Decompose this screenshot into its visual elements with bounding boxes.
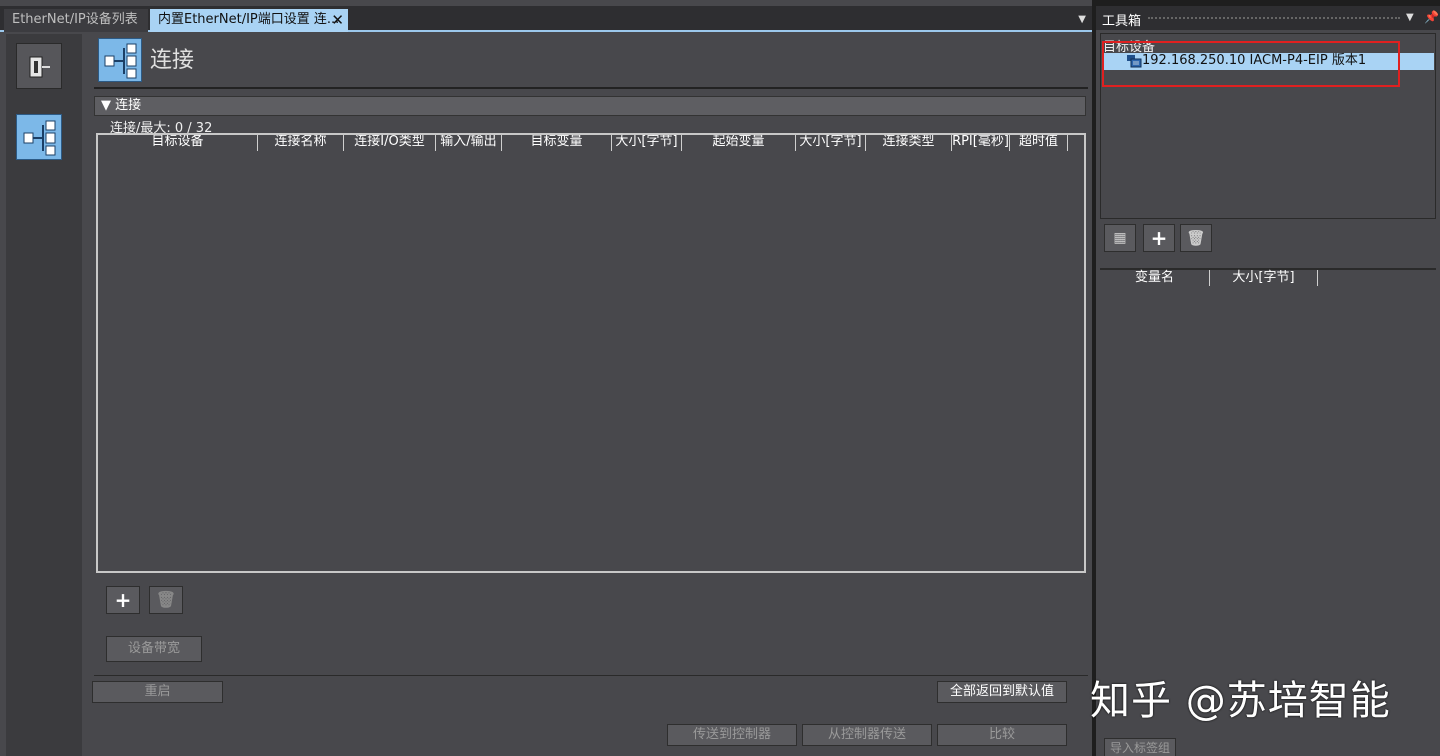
reset-defaults-button[interactable]: 全部返回到默认值 — [937, 681, 1067, 703]
connection-table[interactable]: 目标设备 连接名称 连接I/O类型 输入/输出 目标变量 大小[字节] 起始变量… — [96, 133, 1086, 573]
toolbox-title-bar: 工具箱 ▼ 📌 — [1096, 6, 1440, 30]
column-header[interactable]: 连接I/O类型 — [344, 135, 436, 151]
column-header[interactable]: 大小[字节] — [1210, 270, 1318, 286]
dropdown-icon[interactable]: ▼ — [1406, 12, 1414, 23]
section-header[interactable]: ▼ 连接 — [94, 96, 1086, 116]
restart-button[interactable]: 重启 — [92, 681, 223, 703]
toolbox-title: 工具箱 — [1102, 14, 1142, 29]
connection-section: ▼ 连接 连接/最大: 0 / 32 目标设备 连接名称 连接I/O类型 输入/… — [94, 96, 1088, 676]
column-header[interactable]: 大小[字节] — [612, 135, 682, 151]
toolbox-pane: 工具箱 ▼ 📌 目标设备 192.168.250.10 IACM-P4-EIP … — [1096, 6, 1440, 756]
dropdown-icon[interactable]: ▼ — [1078, 14, 1086, 25]
tab-bar: EtherNet/IP设备列表 内置EtherNet/IP端口设置 连... ✕… — [0, 6, 1092, 32]
transfer-from-controller-button[interactable]: 从控制器传送 — [802, 724, 932, 746]
connection-icon — [23, 120, 56, 156]
folder-button[interactable]: ▦ — [1104, 224, 1136, 252]
tag-view-button[interactable] — [16, 43, 62, 89]
table-header: 目标设备 连接名称 连接I/O类型 输入/输出 目标变量 大小[字节] 起始变量… — [98, 135, 1084, 151]
transfer-to-controller-button[interactable]: 传送到控制器 — [667, 724, 797, 746]
page-title: 连接 — [150, 48, 195, 73]
watermark: 知乎 @苏培智能 — [1090, 678, 1391, 724]
delete-icon: 🗑 — [155, 590, 177, 609]
column-header[interactable]: 大小[字节] — [796, 135, 866, 151]
column-header[interactable]: 输入/输出 — [436, 135, 502, 151]
tab-port-settings-label: 内置EtherNet/IP端口设置 连... — [158, 12, 340, 27]
tab-port-settings[interactable]: 内置EtherNet/IP端口设置 连... ✕ — [150, 9, 348, 32]
column-header[interactable]: 连接名称 — [258, 135, 344, 151]
delete-connection-button[interactable]: 🗑 — [149, 586, 183, 614]
column-header[interactable]: 超时值 — [1010, 135, 1068, 151]
device-bandwidth-button[interactable]: 设备带宽 — [106, 636, 202, 662]
add-icon: + — [1150, 226, 1168, 250]
connection-view-button[interactable] — [16, 114, 62, 160]
divider — [94, 675, 1088, 676]
grip — [1148, 17, 1400, 21]
tab-device-list[interactable]: EtherNet/IP设备列表 — [4, 9, 148, 32]
compare-button[interactable]: 比较 — [937, 724, 1067, 746]
close-icon[interactable]: ✕ — [331, 9, 344, 31]
view-selector-strip — [6, 34, 82, 756]
import-tag-set-button[interactable]: 导入标签组 — [1104, 738, 1176, 756]
connection-icon — [98, 38, 142, 82]
column-header[interactable]: 目标变量 — [502, 135, 612, 151]
pin-icon[interactable]: 📌 — [1424, 10, 1439, 24]
editor-pane: EtherNet/IP设备列表 内置EtherNet/IP端口设置 连... ✕… — [0, 0, 1092, 756]
add-device-button[interactable]: + — [1143, 224, 1175, 252]
add-icon: + — [114, 588, 132, 612]
delete-device-button[interactable]: 🗑 — [1180, 224, 1212, 252]
column-header[interactable]: 变量名 — [1100, 270, 1210, 286]
annotation-highlight — [1102, 41, 1400, 87]
divider — [94, 87, 1088, 89]
section-title: 连接 — [115, 98, 142, 113]
folder-icon: ▦ — [1113, 230, 1127, 246]
tag-icon — [29, 56, 50, 78]
column-header[interactable]: 连接类型 — [866, 135, 952, 151]
column-header[interactable]: 起始变量 — [682, 135, 796, 151]
variable-table-header: 变量名 大小[字节] — [1100, 268, 1436, 286]
column-header[interactable]: 目标设备 — [98, 135, 258, 151]
column-header[interactable]: RPI[毫秒] — [952, 135, 1010, 151]
delete-icon: 🗑 — [1186, 229, 1206, 247]
collapse-icon: ▼ — [101, 98, 116, 113]
add-connection-button[interactable]: + — [106, 586, 140, 614]
